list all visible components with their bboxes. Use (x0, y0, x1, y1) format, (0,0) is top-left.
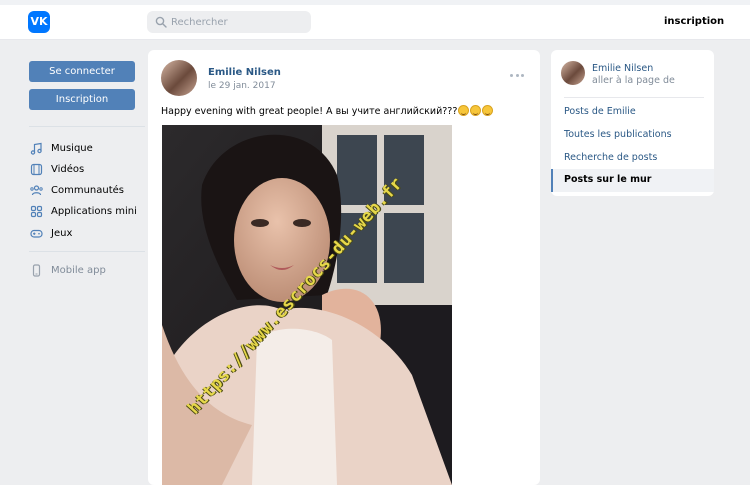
grin-emoji-icon (482, 105, 494, 116)
sidebar-item-label: Applications mini (51, 205, 137, 217)
avatar[interactable] (161, 60, 197, 96)
video-icon (30, 163, 43, 175)
sidebar-item-label: Jeux (51, 227, 73, 239)
link-posts-de-emilie[interactable]: Posts de Emilie (564, 106, 636, 117)
post-card: Emilie Nilsen le 29 jan. 2017 Happy even… (148, 50, 540, 485)
profile-name[interactable]: Emilie Nilsen (592, 63, 653, 74)
avatar[interactable] (561, 61, 585, 85)
post-author[interactable]: Emilie Nilsen (208, 67, 281, 78)
link-wall-posts-active[interactable]: Posts sur le mur (551, 169, 714, 192)
apps-icon (30, 205, 43, 217)
profile-nav-card: Emilie Nilsen aller à la page de Posts d… (551, 50, 714, 196)
sidebar-item-label: Communautés (51, 184, 125, 196)
register-button[interactable]: Inscription (29, 89, 135, 110)
post-text: Happy evening with great people! А вы уч… (161, 105, 494, 117)
link-search-posts[interactable]: Recherche de posts (564, 152, 657, 163)
top-bar: VK inscription (0, 0, 750, 40)
signup-link[interactable]: inscription (664, 16, 724, 27)
phone-icon (32, 263, 41, 277)
music-icon (30, 142, 42, 155)
top-strip (0, 0, 750, 5)
sidebar-item-communities[interactable]: Communautés (30, 182, 124, 198)
post-text-content: Happy evening with great people! А вы уч… (161, 106, 458, 117)
login-button[interactable]: Se connecter (29, 61, 135, 82)
sidebar-divider (29, 251, 145, 252)
sidebar-item-label: Musique (51, 142, 93, 154)
sidebar-item-videos[interactable]: Vidéos (30, 161, 84, 177)
card-divider (564, 97, 704, 98)
sidebar-item-label: Vidéos (51, 163, 85, 175)
sidebar-divider (29, 126, 145, 127)
link-all-publications[interactable]: Toutes les publications (564, 129, 672, 140)
profile-sub: aller à la page de (592, 75, 675, 86)
vk-logo[interactable]: VK (28, 11, 50, 33)
post-photo[interactable]: https://www.escrocs-du-web.fr (162, 125, 452, 485)
sidebar-item-label: Mobile app (51, 264, 106, 276)
gamepad-icon (30, 229, 43, 238)
search-icon (155, 16, 167, 28)
active-link-label: Posts sur le mur (564, 174, 652, 185)
sidebar-item-mobile-app[interactable]: Mobile app (30, 262, 106, 278)
sidebar-item-music[interactable]: Musique (30, 140, 93, 156)
search-input[interactable] (171, 14, 303, 30)
grin-emoji-icon (458, 105, 470, 116)
grin-emoji-icon (470, 105, 482, 116)
sidebar-item-apps[interactable]: Applications mini (30, 203, 137, 219)
post-date[interactable]: le 29 jan. 2017 (208, 81, 276, 91)
more-options-icon[interactable] (510, 74, 524, 78)
communities-icon (30, 184, 43, 195)
sidebar-item-games[interactable]: Jeux (30, 225, 72, 241)
search-box[interactable] (147, 11, 311, 33)
